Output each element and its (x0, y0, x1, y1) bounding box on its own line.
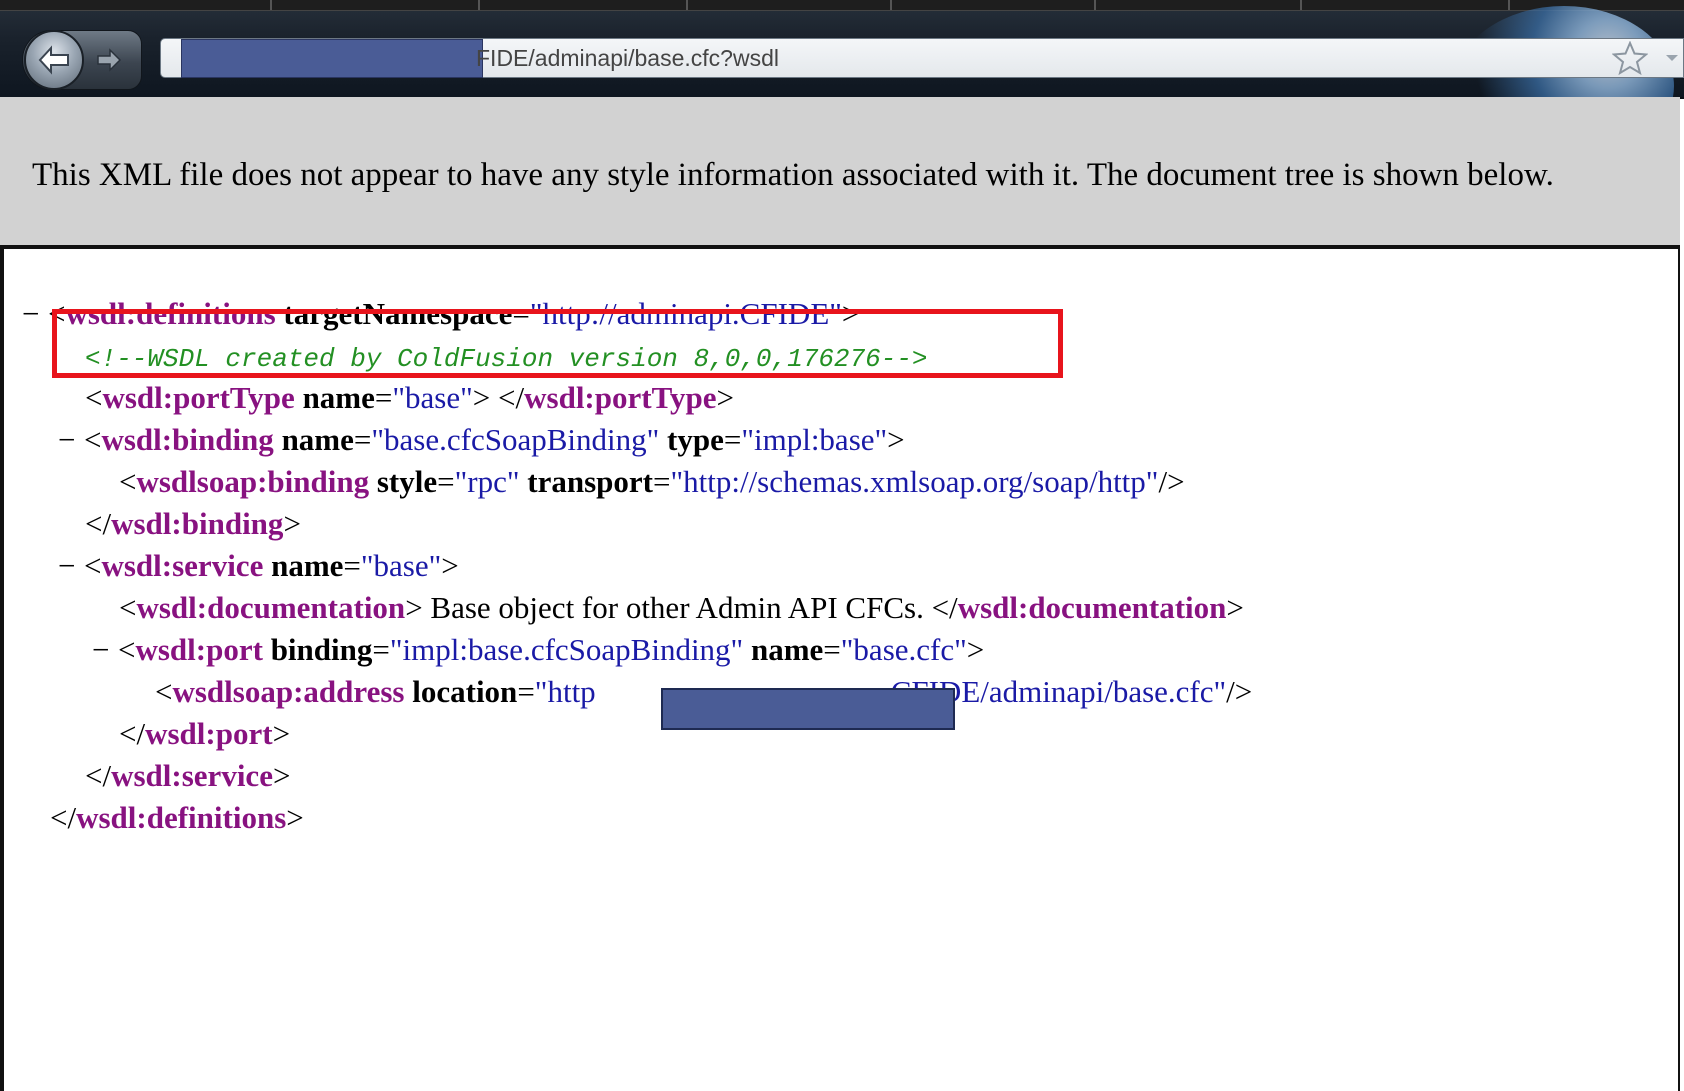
xml-line-port: − <wsdl:port binding="impl:base.cfcSoapBi… (92, 628, 984, 672)
xml-attr: name (271, 548, 344, 583)
xml-value: "base" (392, 380, 473, 415)
xml-info-banner: This XML file does not appear to have an… (0, 97, 1680, 249)
back-button[interactable] (24, 30, 84, 90)
xml-attr: name (750, 632, 824, 667)
xml-line-porttype: <wsdl:portType name="base"> </wsdl:portT… (85, 380, 734, 415)
url-redaction (181, 39, 483, 78)
xml-attr: binding (270, 632, 373, 667)
url-dropdown-button[interactable] (1662, 50, 1682, 66)
xml-close-tag: wsdl:port (145, 716, 273, 751)
xml-value: "rpc" (454, 464, 520, 499)
xml-tag: wsdlsoap:address (172, 674, 405, 709)
bookmark-star-button[interactable] (1610, 38, 1650, 78)
xml-close-tag: wsdl:definitions (76, 800, 287, 835)
address-bar[interactable]: FIDE/adminapi/base.cfc?wsdl (160, 38, 1684, 78)
address-redaction (661, 688, 955, 730)
xml-close-tag: wsdl:service (111, 758, 273, 793)
xml-line-binding: − <wsdl:binding name="base.cfcSoapBinding… (58, 418, 905, 462)
url-text: FIDE/adminapi/base.cfc?wsdl (476, 45, 779, 71)
xml-value: "impl:base.cfcSoapBinding" (389, 632, 744, 667)
info-banner-text: This XML file does not appear to have an… (32, 157, 1554, 193)
xml-line-binding-close: </wsdl:binding> (85, 506, 301, 541)
xml-attr: name (302, 380, 375, 415)
xml-tag: wsdl:binding (101, 422, 274, 457)
back-arrow-icon (38, 45, 69, 75)
xml-close-tag: wsdl:binding (111, 506, 284, 541)
xml-line-service-close: </wsdl:service> (85, 758, 291, 793)
xml-attr: location (412, 674, 518, 709)
xml-line-service: − <wsdl:service name="base"> (58, 544, 459, 588)
star-icon (1612, 41, 1648, 75)
xml-value: "http://schemas.xmlsoap.org/soap/http" (670, 464, 1159, 499)
xml-tag: wsdl:portType (102, 380, 295, 415)
xml-line-port-close: </wsdl:port> (119, 716, 291, 751)
xml-tag: wsdlsoap:binding (136, 464, 370, 499)
xml-line-definitions-close: </wsdl:definitions> (50, 800, 304, 835)
comment-highlight-box (52, 309, 1063, 378)
browser-toolbar: FIDE/adminapi/base.cfc?wsdl (0, 0, 1684, 99)
xml-value: "http (534, 674, 596, 709)
xml-close-tag: wsdl:documentation (957, 590, 1227, 625)
xml-line-documentation: <wsdl:documentation> Base object for oth… (119, 590, 1244, 625)
xml-attr: style (376, 464, 438, 499)
xml-attr: name (281, 422, 354, 457)
xml-value: "impl:base" (741, 422, 888, 457)
xml-line-soap-binding: <wsdlsoap:binding style="rpc" transport=… (119, 464, 1185, 499)
forward-button[interactable] (92, 44, 126, 76)
xml-value: "base.cfcSoapBinding" (371, 422, 660, 457)
xml-tag: wsdl:service (101, 548, 264, 583)
collapse-toggle[interactable]: − (58, 418, 84, 462)
chevron-down-icon (1666, 55, 1678, 61)
collapse-toggle[interactable]: − (22, 292, 48, 336)
xml-tag: wsdl:documentation (136, 590, 406, 625)
xml-tag: wsdl:port (135, 632, 263, 667)
xml-attr: transport (527, 464, 653, 499)
xml-close-tag: wsdl:portType (524, 380, 717, 415)
collapse-toggle[interactable]: − (58, 544, 84, 588)
collapse-toggle[interactable]: − (92, 628, 118, 672)
xml-text: Base object for other Admin API CFCs. (422, 590, 932, 625)
xml-value: "base" (360, 548, 442, 583)
xml-attr: type (667, 422, 724, 457)
forward-arrow-icon (97, 48, 122, 72)
xml-value: "base.cfc" (840, 632, 967, 667)
